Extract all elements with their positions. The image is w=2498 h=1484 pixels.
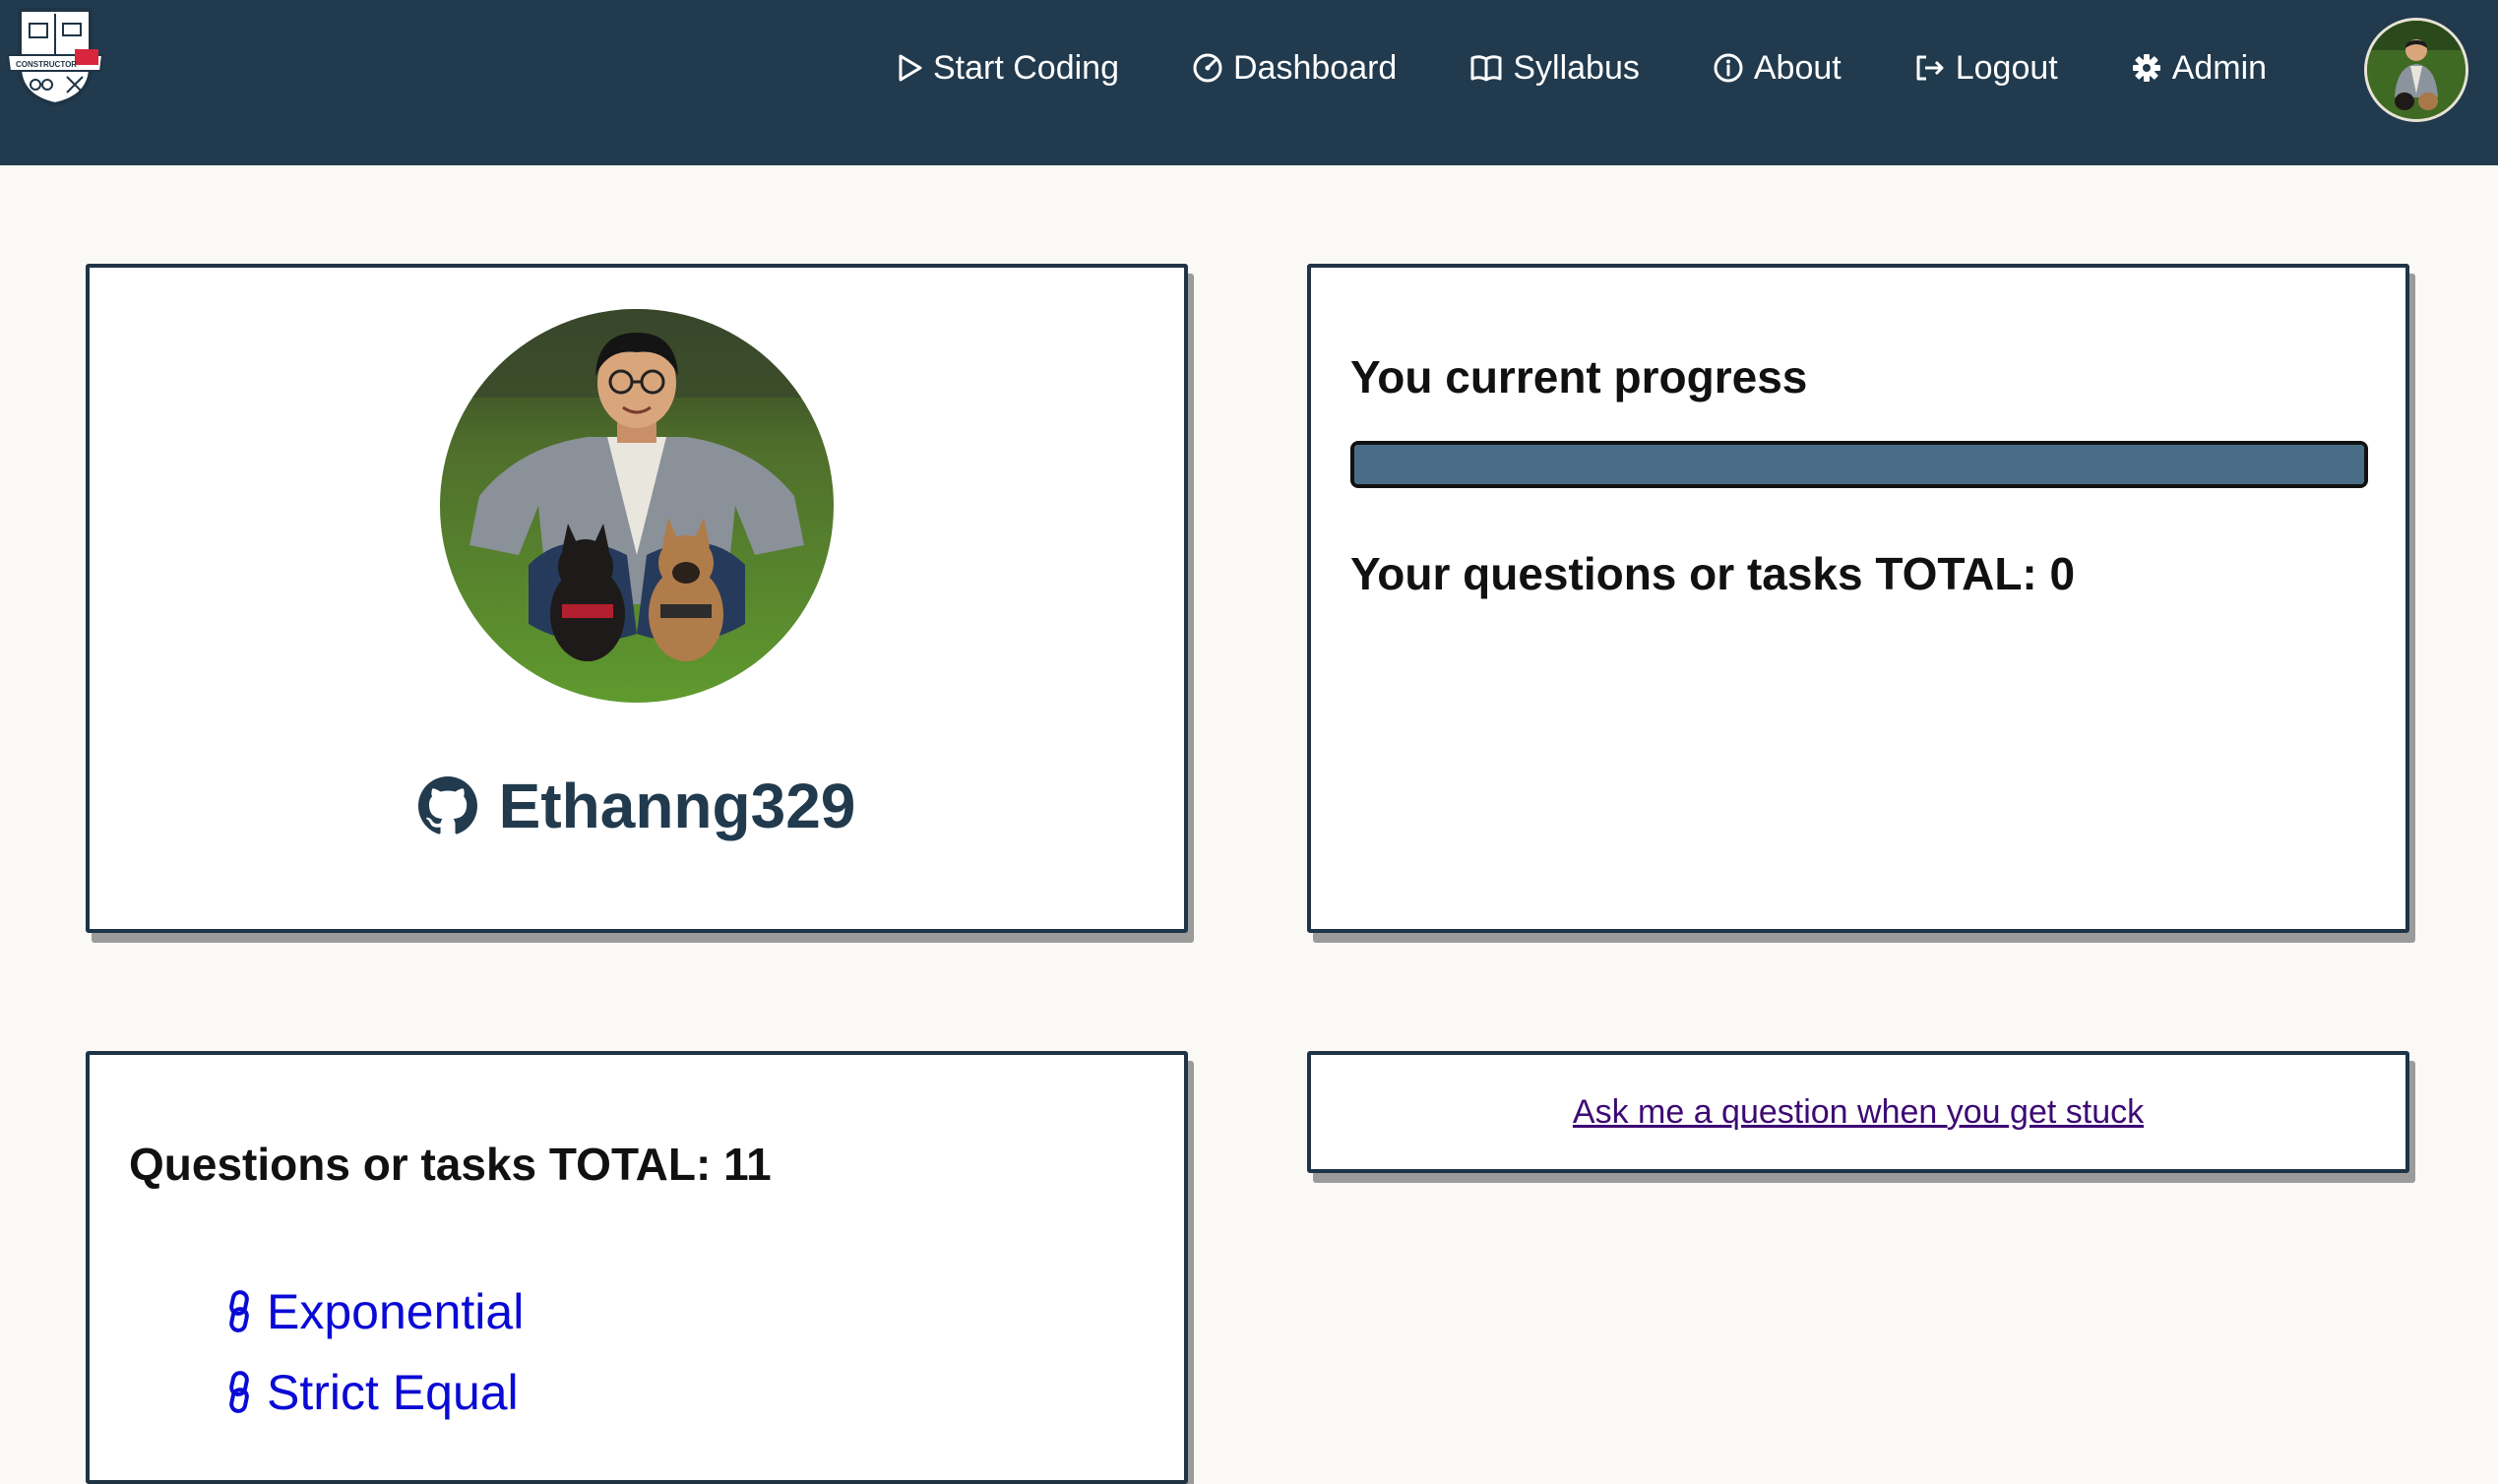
- nav-label: Syllabus: [1513, 48, 1640, 87]
- username: Ethanng329: [498, 771, 856, 841]
- ask-question-link[interactable]: Ask me a question when you get stuck: [1573, 1093, 2144, 1132]
- progress-bar: [1350, 441, 2368, 488]
- nav-syllabus[interactable]: Syllabus: [1469, 37, 1640, 98]
- questions-card: Questions or tasks TOTAL: 11 Exponential…: [86, 1051, 1188, 1484]
- link-icon: [229, 1290, 249, 1332]
- link-icon: [229, 1371, 249, 1413]
- nav-label: Start Coding: [933, 48, 1119, 87]
- top-navbar: CONSTRUCTOR Start Coding Dashboard Sylla…: [0, 0, 2498, 165]
- user-avatar[interactable]: [2364, 18, 2468, 122]
- nav-admin[interactable]: Admin: [2131, 37, 2267, 98]
- profile-card: Ethanng329: [86, 264, 1188, 933]
- progress-card: You current progress Your questions or t…: [1307, 264, 2409, 933]
- nav-logout[interactable]: Logout: [1914, 37, 2058, 98]
- user-tasks-total: Your questions or tasks TOTAL: 0: [1350, 548, 2076, 599]
- book-icon: [1470, 55, 1502, 82]
- play-icon: [899, 54, 922, 82]
- gear-icon: [2132, 54, 2160, 82]
- logout-icon: [1916, 55, 1944, 81]
- question-link-exponential[interactable]: Exponential: [227, 1271, 524, 1352]
- questions-total-title: Questions or tasks TOTAL: 11: [129, 1139, 772, 1190]
- nav-about[interactable]: About: [1713, 37, 1842, 98]
- nav-label: Logout: [1955, 48, 2058, 87]
- github-icon[interactable]: [417, 776, 477, 835]
- question-list: Exponential Strict Equal: [227, 1271, 524, 1433]
- svg-text:CONSTRUCTOR: CONSTRUCTOR: [16, 60, 77, 69]
- nav-start-coding[interactable]: Start Coding: [896, 37, 1119, 98]
- gauge-icon: [1193, 53, 1222, 83]
- progress-title: You current progress: [1350, 351, 1808, 402]
- question-link-strict-equal[interactable]: Strict Equal: [227, 1352, 524, 1433]
- info-icon: [1714, 53, 1743, 83]
- constructor-logo[interactable]: CONSTRUCTOR: [6, 6, 104, 108]
- progress-bar-fill: [1354, 445, 2364, 484]
- nav-links: Start Coding Dashboard Syllabus About Lo…: [896, 37, 2267, 98]
- ask-card: Ask me a question when you get stuck: [1307, 1051, 2409, 1173]
- nav-label: Admin: [2171, 48, 2268, 87]
- question-label: Strict Equal: [267, 1365, 519, 1420]
- nav-label: Dashboard: [1233, 48, 1398, 87]
- nav-label: About: [1753, 48, 1842, 87]
- question-label: Exponential: [267, 1284, 525, 1339]
- profile-photo: [440, 309, 834, 703]
- nav-dashboard[interactable]: Dashboard: [1192, 37, 1397, 98]
- username-row: Ethanng329: [90, 770, 1184, 842]
